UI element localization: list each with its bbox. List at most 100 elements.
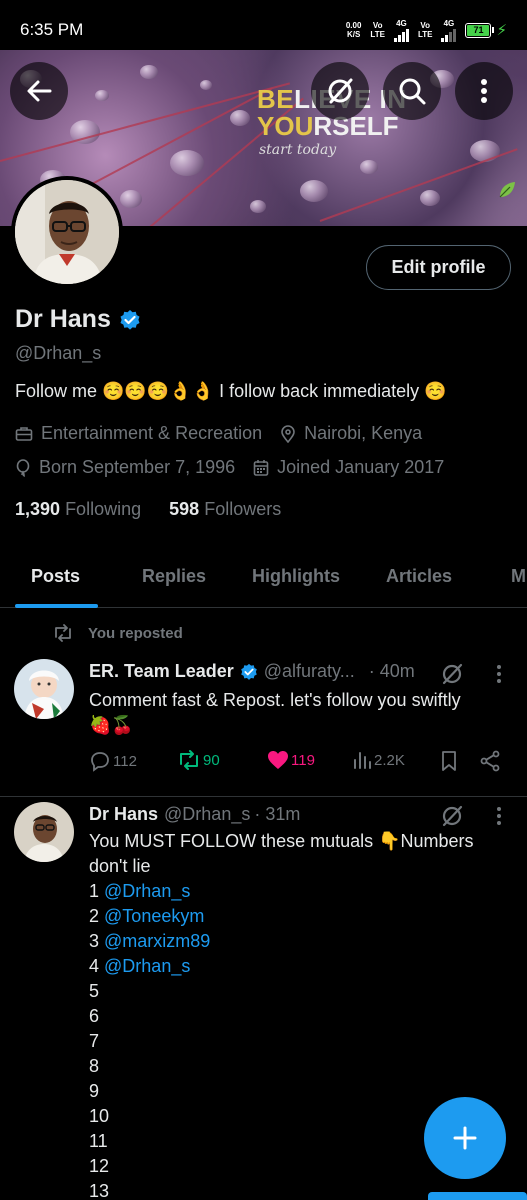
profile-name-row: Dr Hans [15, 305, 141, 334]
verified-badge-icon[interactable] [119, 309, 141, 331]
mutuals-list: 1 @Drhan_s 2 @Toneekym 3 @marxizm89 4 @Drha… [89, 879, 474, 1200]
post-text: Comment fast & Repost. let's follow you … [89, 690, 461, 735]
post-actions: 112 90 119 2.2K [89, 750, 509, 778]
post-text: You MUST FOLLOW these mutuals 👇Numbers d… [89, 829, 474, 1200]
sim2-signal-icon: 4G [441, 19, 457, 42]
profile-tabs: Posts Replies Highlights Articles M [0, 555, 527, 608]
grok-icon[interactable] [440, 804, 464, 828]
mention-link[interactable]: @Drhan_s [104, 956, 190, 976]
tab-highlights[interactable]: Highlights [252, 566, 340, 587]
leaf-icon [497, 180, 517, 206]
grok-icon [328, 78, 353, 104]
repost-icon [55, 624, 71, 642]
more-vertical-icon [481, 79, 487, 103]
network-speed: 0.00 K/S [345, 21, 362, 39]
mutuals-list-item: 4 @Drhan_s [89, 954, 474, 979]
tab-media[interactable]: M [511, 566, 526, 587]
list-number: 4 [89, 956, 100, 976]
mutuals-list-item: 9 [89, 1079, 474, 1104]
plus-icon [453, 1126, 477, 1150]
post-author-name[interactable]: ER. Team Leader [89, 661, 234, 682]
active-tab-indicator [15, 604, 98, 608]
list-number: 5 [89, 981, 100, 1001]
post-more-icon[interactable] [492, 663, 506, 685]
author-photo [14, 802, 74, 862]
post-author-avatar[interactable] [14, 802, 74, 862]
following-link[interactable]: 1,390 Following [15, 499, 141, 519]
list-number: 10 [89, 1106, 110, 1126]
grok-icon[interactable] [440, 662, 464, 686]
mutuals-list-item: 6 [89, 1004, 474, 1029]
mutuals-list-item: 7 [89, 1029, 474, 1054]
bookmark-button[interactable] [439, 750, 459, 772]
location-pin-icon [280, 424, 296, 443]
bookmark-icon [442, 751, 456, 771]
sim2-indicator: Vo LTE [417, 21, 433, 39]
list-number: 12 [89, 1156, 110, 1176]
mutuals-list-item: 10 [89, 1104, 474, 1129]
search-button[interactable] [383, 62, 441, 120]
back-button[interactable] [10, 62, 68, 120]
balloon-icon [15, 458, 31, 477]
repost-icon [180, 750, 198, 770]
share-button[interactable] [479, 750, 501, 772]
follow-stats: 1,390 Following 598 Followers [15, 499, 281, 520]
avatar-photo [15, 180, 119, 284]
list-number: 9 [89, 1081, 100, 1101]
status-time: 6:35 PM [20, 20, 84, 39]
tab-replies[interactable]: Replies [142, 566, 206, 587]
repost-indicator: You reposted [52, 624, 183, 642]
charging-icon: ⚡ [496, 22, 507, 39]
mutuals-list-item: 11 [89, 1129, 474, 1154]
profile-joined: Joined January 2017 [277, 457, 445, 477]
like-button[interactable]: 119 [267, 750, 315, 770]
mention-link[interactable]: @Drhan_s [104, 881, 190, 901]
edit-profile-button[interactable]: Edit profile [366, 245, 511, 290]
post-time: · 31m [254, 804, 301, 824]
list-number: 7 [89, 1031, 100, 1051]
post-author-name[interactable]: Dr Hans [89, 804, 158, 825]
post-time: · 40m [368, 661, 415, 681]
repost-button[interactable]: 90 [177, 750, 220, 770]
post-divider [0, 796, 527, 797]
mutuals-list-item: 13 [89, 1179, 474, 1200]
tab-articles[interactable]: Articles [386, 566, 452, 587]
profile-born: Born September 7, 1996 [39, 457, 236, 477]
tab-posts[interactable]: Posts [31, 566, 80, 587]
mention-link[interactable]: @marxizm89 [104, 931, 210, 951]
list-number: 6 [89, 1006, 100, 1026]
profile-handle: @Drhan_s [15, 343, 102, 363]
mutuals-list-item: 8 [89, 1054, 474, 1079]
list-number: 11 [89, 1131, 108, 1151]
bottom-bar-peek [428, 1192, 527, 1200]
sim1-indicator: Vo LTE [370, 21, 385, 39]
calendar-icon [253, 459, 269, 477]
profile-avatar[interactable] [11, 176, 123, 288]
more-options-button[interactable] [455, 62, 513, 120]
arrow-left-icon [27, 80, 52, 102]
post-author-avatar[interactable] [14, 659, 74, 719]
grok-button[interactable] [311, 62, 369, 120]
post-author-handle[interactable]: @Drhan_s [164, 804, 250, 825]
views-chart-icon [354, 752, 371, 769]
compose-post-button[interactable] [424, 1097, 506, 1179]
post-header: ER. Team Leader @alfuraty... · 40m [89, 661, 415, 682]
author-photo [14, 659, 74, 719]
profile-bio: Follow me ☺️☺️☺️👌👌 I follow back immedia… [15, 381, 447, 401]
followers-link[interactable]: 598 Followers [169, 499, 281, 519]
mutuals-list-item: 12 [89, 1154, 474, 1179]
list-number: 1 [89, 881, 100, 901]
sim1-signal-icon: 4G [393, 19, 409, 42]
list-number: 8 [89, 1056, 100, 1076]
reply-button[interactable]: 112 [89, 750, 137, 772]
mention-link[interactable]: @Toneekym [104, 906, 204, 926]
profile-meta-row-2: Born September 7, 1996 Joined January 20… [15, 457, 444, 478]
mutuals-list-item: 2 @Toneekym [89, 904, 474, 929]
post-author-handle[interactable]: @alfuraty... [264, 661, 355, 682]
post-more-icon[interactable] [492, 805, 506, 827]
views-button[interactable]: 2.2K [352, 750, 405, 770]
profile-location: Nairobi, Kenya [304, 423, 423, 443]
share-icon [480, 750, 500, 772]
battery-icon: 71 ⚡ [465, 21, 507, 39]
mutuals-list-item: 5 [89, 979, 474, 1004]
